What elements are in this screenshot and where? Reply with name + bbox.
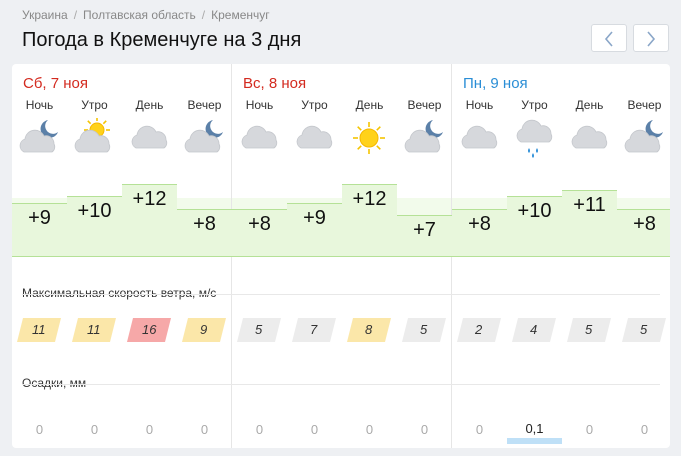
breadcrumb-item-country[interactable]: Украина [22, 8, 68, 22]
breadcrumb-separator: / [201, 8, 206, 22]
wind-speed-badge: 7 [292, 318, 336, 342]
precip-value: 0 [145, 422, 154, 437]
cloud-moon-icon [19, 120, 58, 153]
temperature-value: +9 [12, 202, 67, 256]
wind-speed-value: 5 [255, 322, 263, 337]
temperature-baseline [12, 256, 670, 257]
cloud-icon [131, 125, 168, 149]
wind-speed-badge: 2 [457, 318, 501, 342]
temperature-value: +12 [122, 184, 177, 256]
cloud-icon [296, 125, 333, 149]
breadcrumb: Украина / Полтавская область / Кременчуг [22, 8, 270, 22]
wind-speed-badge: 11 [72, 318, 116, 342]
wind-speed-value: 5 [640, 322, 648, 337]
wind-speed-value: 11 [32, 322, 46, 337]
period-label: Ночь [465, 98, 494, 112]
wind-speed-value: 5 [420, 322, 428, 337]
cloud-icon [571, 125, 608, 149]
cloud-sun-icon [74, 118, 111, 153]
wind-speed-value: 5 [585, 322, 593, 337]
wind-section-label: Максимальная скорость ветра, м/с [22, 286, 221, 300]
wind-speed-value: 16 [141, 322, 157, 337]
precip-value: 0 [365, 422, 374, 437]
wind-speed-badge: 5 [237, 318, 281, 342]
wind-speed-badge: 5 [567, 318, 611, 342]
wind-speed-badge: 4 [512, 318, 556, 342]
cloud-icon [241, 125, 278, 149]
wind-speed-value: 11 [87, 322, 101, 337]
precip-value: 0,1 [525, 421, 544, 436]
period-label: Утро [521, 98, 548, 112]
wind-speed-badge: 5 [622, 318, 666, 342]
wind-speed-value: 9 [200, 322, 208, 337]
period-label: Ночь [25, 98, 54, 112]
wind-speed-badge: 16 [127, 318, 171, 342]
temperature-value: +8 [452, 208, 507, 256]
chevron-left-icon [604, 31, 613, 47]
period-label: Вечер [407, 98, 442, 112]
page-title: Погода в Кременчуге на 3 дня [22, 29, 302, 51]
period-label: Ночь [245, 98, 274, 112]
temperature-value: +8 [177, 208, 232, 256]
cloud-icon [461, 125, 498, 149]
section-divider [22, 294, 660, 295]
chevron-right-icon [647, 31, 656, 47]
period-label: День [575, 98, 604, 112]
section-divider [22, 384, 660, 385]
temperature-value: +7 [397, 215, 452, 256]
precip-section-label: Осадки, мм [22, 376, 91, 390]
period-label: День [135, 98, 164, 112]
wind-speed-badge: 11 [17, 318, 61, 342]
precip-bar [507, 438, 562, 444]
wind-speed-badge: 9 [182, 318, 226, 342]
forecast-card: Сб, 7 ноя Вс, 8 ноя Пн, 9 ноя Максимальн… [12, 64, 670, 448]
cloud-moon-icon [404, 120, 443, 153]
period-label: Утро [81, 98, 108, 112]
breadcrumb-item-city[interactable]: Кременчуг [211, 8, 270, 22]
day-header: Сб, 7 ноя [23, 75, 89, 92]
breadcrumb-separator: / [73, 8, 78, 22]
period-label: Вечер [627, 98, 662, 112]
precip-value: 0 [420, 422, 429, 437]
wind-speed-value: 4 [530, 322, 538, 337]
precip-value: 0 [200, 422, 209, 437]
day-header: Пн, 9 ноя [463, 75, 528, 92]
precip-value: 0 [35, 422, 44, 437]
rain-cloud-icon [516, 119, 553, 158]
period-label: День [355, 98, 384, 112]
wind-speed-value: 8 [365, 322, 373, 337]
wind-speed-value: 2 [475, 322, 483, 337]
wind-speed-badge: 8 [347, 318, 391, 342]
day-header: Вс, 8 ноя [243, 75, 307, 92]
next-button[interactable] [633, 24, 669, 52]
prev-button[interactable] [591, 24, 627, 52]
period-label: Утро [301, 98, 328, 112]
breadcrumb-item-region[interactable]: Полтавская область [83, 8, 196, 22]
wind-speed-badge: 5 [402, 318, 446, 342]
temperature-value: +10 [507, 196, 562, 256]
temperature-value: +10 [67, 196, 122, 256]
precip-value: 0 [90, 422, 99, 437]
wind-speed-value: 7 [310, 322, 318, 337]
precip-value: 0 [640, 422, 649, 437]
temperature-value: +9 [287, 202, 342, 256]
precip-value: 0 [475, 422, 484, 437]
temperature-value: +8 [232, 208, 287, 256]
period-label: Вечер [187, 98, 222, 112]
temperature-value: +8 [617, 208, 670, 256]
temperature-value: +11 [562, 190, 617, 256]
sun-icon [353, 122, 385, 154]
temperature-value: +12 [342, 184, 397, 256]
precip-value: 0 [585, 422, 594, 437]
precip-value: 0 [255, 422, 264, 437]
cloud-moon-icon [624, 120, 663, 153]
cloud-moon-icon [184, 120, 223, 153]
precip-value: 0 [310, 422, 319, 437]
